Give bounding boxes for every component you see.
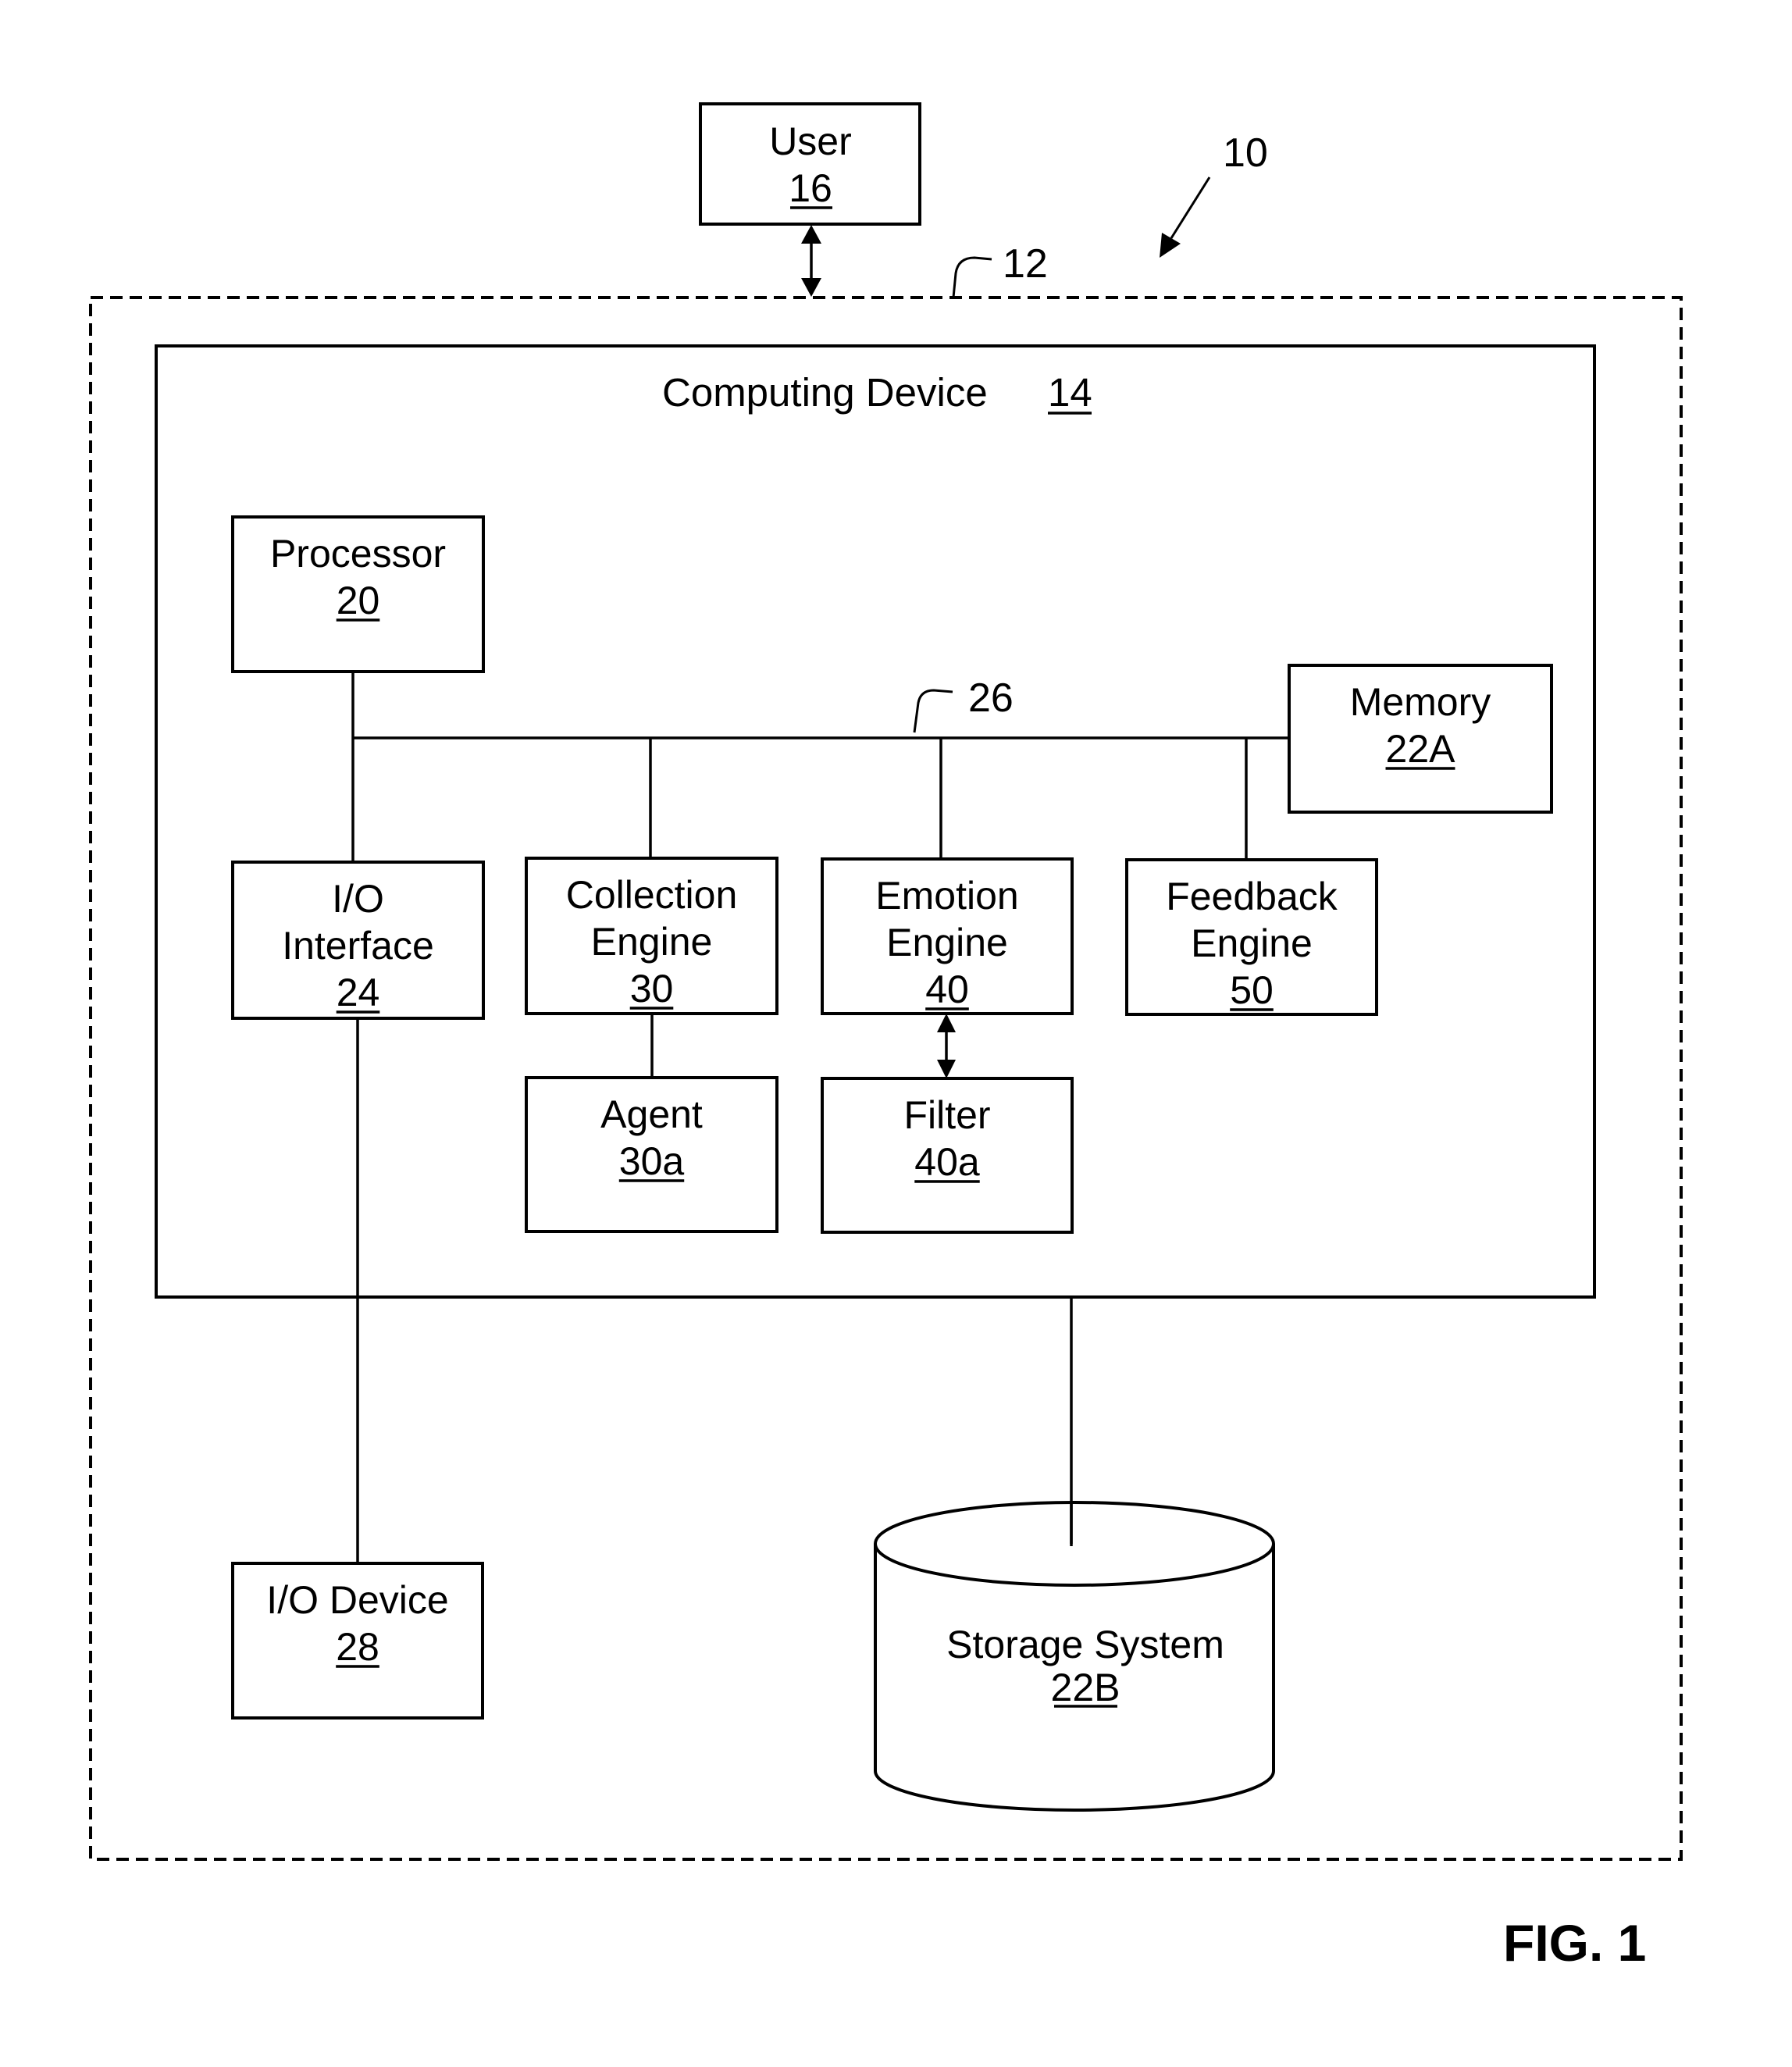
collection-engine-ref: 30 <box>630 967 674 1010</box>
memory-label: Memory <box>1350 680 1491 724</box>
storage-system-ref: 22B <box>1051 1666 1120 1709</box>
processor-node[interactable]: Processor20 <box>231 515 485 673</box>
collection-engine-node[interactable]: CollectionEngine30 <box>525 857 778 1015</box>
feedback-engine-label: Feedback <box>1166 875 1338 918</box>
user-node[interactable]: User 16 <box>699 102 921 226</box>
io-device-label: I/O Device <box>266 1578 448 1622</box>
user-label: User <box>769 119 852 163</box>
computing-device-label: Computing Device <box>662 370 988 415</box>
emotion-engine-node[interactable]: EmotionEngine40 <box>821 857 1074 1015</box>
feedback-engine-node[interactable]: FeedbackEngine50 <box>1125 858 1378 1016</box>
storage-system-node[interactable]: Storage System 22B <box>874 1501 1275 1812</box>
io-interface-label: I/O <box>332 877 384 921</box>
memory-node[interactable]: Memory22A <box>1288 664 1553 814</box>
processor-ref: 20 <box>337 579 380 622</box>
system-ref-label: 10 <box>1223 130 1268 176</box>
io-device-ref: 28 <box>336 1625 379 1669</box>
collection-engine-label: Collection <box>566 873 738 917</box>
io-device-node[interactable]: I/O Device28 <box>231 1562 484 1720</box>
feedback-engine-ref: 50 <box>1230 968 1274 1012</box>
io-interface-label: Interface <box>282 924 434 968</box>
emotion-engine-label: Emotion <box>875 874 1018 918</box>
emotion-engine-ref: 40 <box>925 968 969 1011</box>
agent-ref: 30a <box>619 1139 685 1183</box>
feedback-engine-label: Engine <box>1191 921 1313 965</box>
user-ref: 16 <box>789 166 832 210</box>
computing-device-ref: 14 <box>1048 370 1092 415</box>
environment-ref-leader <box>952 256 992 298</box>
emotion-engine-label: Engine <box>886 921 1008 964</box>
collection-engine-label: Engine <box>591 920 713 964</box>
patent-figure: 10 12 User 16 Computing Device 14 26 Pro… <box>89 102 1683 1972</box>
environment-ref-label: 12 <box>1003 241 1048 287</box>
memory-ref: 22A <box>1386 727 1456 771</box>
system-ref-arrow <box>1160 176 1211 258</box>
figure-label: FIG. 1 <box>1503 1914 1646 1972</box>
agent-label: Agent <box>600 1092 703 1136</box>
io-interface-node[interactable]: I/OInterface24 <box>231 861 485 1020</box>
bus-ref-label: 26 <box>968 675 1014 721</box>
processor-label: Processor <box>270 532 446 576</box>
io-interface-ref: 24 <box>337 971 380 1014</box>
filter-ref: 40a <box>914 1140 980 1184</box>
storage-system-label: Storage System <box>946 1623 1224 1666</box>
filter-node[interactable]: Filter40a <box>821 1077 1074 1234</box>
agent-node[interactable]: Agent30a <box>525 1076 778 1233</box>
user-io-arrow <box>801 225 821 297</box>
filter-label: Filter <box>903 1093 990 1137</box>
